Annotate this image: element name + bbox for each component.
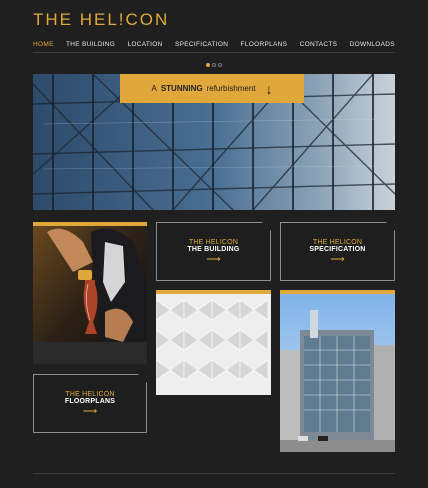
- hero-slider-image: A STUNNING refurbishment ↓: [33, 74, 395, 210]
- arrow-right-icon: ⟶: [206, 253, 221, 265]
- nav-home[interactable]: HOME: [33, 41, 54, 48]
- slider-dot-3[interactable]: [218, 63, 222, 67]
- slider-dot-2[interactable]: [212, 63, 216, 67]
- arrow-right-icon: ⟶: [330, 253, 345, 265]
- tile-specification[interactable]: THE HELICON SPECIFICATION ⟶: [280, 222, 395, 281]
- logo[interactable]: THE HEL!CON: [33, 10, 169, 30]
- tile-floor-line1: THE HELICON: [65, 390, 115, 398]
- tile-corner: [138, 374, 147, 383]
- tile-spec-line1: THE HELICON: [312, 238, 363, 246]
- tile-corner: [386, 222, 395, 231]
- hero-banner-suffix: refurbishment: [206, 84, 256, 93]
- hero-banner-emphasis: STUNNING: [160, 84, 203, 93]
- tile-the-building[interactable]: THE HELICON THE BUILDING ⟶: [156, 222, 271, 281]
- slider-pagination: [0, 63, 428, 67]
- nav-contacts[interactable]: CONTACTS: [300, 41, 338, 48]
- tile-corner: [262, 222, 271, 231]
- nav-floorplans[interactable]: FLOORPLANS: [241, 41, 288, 48]
- main-navigation: HOME THE BUILDING LOCATION SPECIFICATION…: [33, 36, 395, 53]
- hero-banner[interactable]: A STUNNING refurbishment ↓: [120, 74, 304, 103]
- nav-specification[interactable]: SPECIFICATION: [175, 41, 228, 48]
- building-photo: [280, 290, 395, 452]
- white-pattern-image: [156, 290, 271, 395]
- hero-banner-prefix: A: [151, 84, 157, 93]
- nav-downloads[interactable]: DOWNLOADS: [350, 41, 395, 48]
- arrow-down-icon: ↓: [265, 80, 273, 97]
- tile-floorplans[interactable]: THE HELICON FLOORPLANS ⟶: [33, 374, 147, 433]
- nav-the-building[interactable]: THE BUILDING: [66, 41, 115, 48]
- bartender-image: [33, 222, 147, 364]
- nav-location[interactable]: LOCATION: [127, 41, 162, 48]
- tile-spec-line2: SPECIFICATION: [309, 245, 366, 253]
- arrow-right-icon: ⟶: [82, 405, 98, 417]
- footer-divider: [33, 473, 395, 474]
- tile-building-line2: THE BUILDING: [187, 245, 240, 253]
- tile-floor-line2: FLOORPLANS: [64, 397, 116, 405]
- tile-building-line1: THE HELICON: [188, 238, 239, 246]
- slider-dot-1[interactable]: [206, 63, 210, 67]
